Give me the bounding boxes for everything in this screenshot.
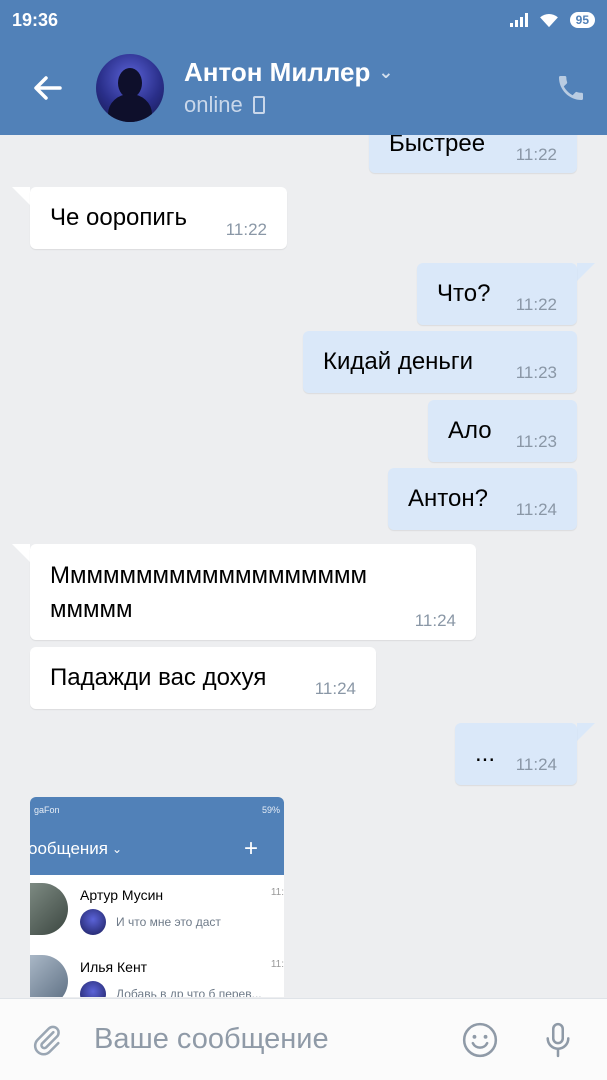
message-time: 11:23 [515,363,557,382]
bubble-tail [12,187,30,205]
message-composer: Ваше сообщение [0,998,607,1080]
avatar [80,981,106,997]
contact-avatar[interactable] [96,53,164,122]
attachment-carrier: gaFon [34,805,60,815]
message-time: 11:24 [414,611,456,630]
avatar [80,909,106,935]
paperclip-icon[interactable] [30,1021,64,1059]
message-time: 11:24 [314,679,356,698]
bubble-tail [577,263,595,281]
bubble-tail [12,544,30,562]
top-bar: 19:36 95 Антон Миллер ⌄ online [0,0,607,135]
microphone-icon[interactable] [539,1020,577,1060]
wifi-icon [539,13,558,28]
contact-name: Антон Миллер [184,57,371,87]
status-bar: 19:36 95 [0,0,607,40]
attached-screenshot[interactable]: gaFon 59% ообщения ⌄ + Артур Мусин 11: И… [30,797,284,997]
message-outgoing[interactable]: Ало 11:23 [428,400,577,462]
message-time: 11:22 [225,220,267,239]
contact-status: online [184,92,243,117]
message-outgoing[interactable]: Кидай деньги 11:23 [303,331,577,393]
message-time: 11:22 [515,145,557,164]
bubble-tail [577,723,595,741]
avatar [30,955,68,997]
message-incoming[interactable]: Че ооропигь 11:22 [30,187,287,249]
attachment-header: ообщения ⌄ + [30,823,284,875]
message-input[interactable]: Ваше сообщение [94,1023,461,1056]
signal-icon [509,13,528,27]
message-time: 11:24 [515,755,557,774]
contact-info[interactable]: Антон Миллер ⌄ online [184,57,555,118]
message-outgoing[interactable]: Что? 11:22 [417,263,577,325]
phone-call-icon[interactable] [555,72,587,104]
back-arrow-icon[interactable] [30,70,66,106]
attachment-battery: 59% [261,805,280,815]
mobile-device-icon [252,96,265,114]
status-time: 19:36 [12,9,59,30]
plus-icon: + [243,835,258,862]
message-time: 11:24 [515,500,557,519]
attachment-status-bar: gaFon 59% [30,797,284,823]
emoji-icon[interactable] [461,1020,499,1060]
avatar [30,883,68,935]
message-outgoing[interactable]: ... 11:24 [455,723,577,785]
message-outgoing[interactable]: Антон? 11:24 [388,468,577,530]
message-incoming[interactable]: Ммммммммммммммммммм ммммм 11:24 [30,544,476,640]
message-time: 11:23 [515,432,557,451]
message-time: 11:22 [515,295,557,314]
chevron-down-icon: ⌄ [378,62,394,82]
attachment-title: ообщения [30,839,108,858]
chevron-down-icon: ⌄ [112,842,123,856]
battery-icon: 95 [569,12,595,28]
chat-header: Антон Миллер ⌄ online [0,40,607,135]
dialog-row: Илья Кент 11: Добавь в др что б перев... [30,947,284,997]
dialog-row: Артур Мусин 11: И что мне это даст [30,875,284,945]
system-icons: 95 [509,12,595,28]
message-incoming[interactable]: Падажди вас дохуя 11:24 [30,647,376,709]
